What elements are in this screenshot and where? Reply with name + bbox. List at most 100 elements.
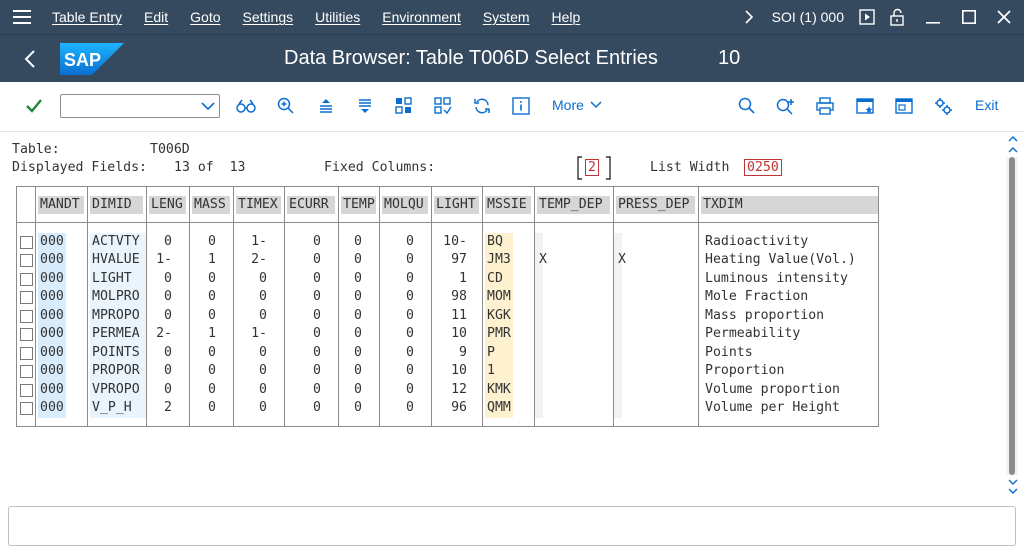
minimize-icon[interactable]: [912, 0, 954, 34]
cell-dimid: HVALUE: [90, 251, 146, 270]
settings-icon[interactable]: [933, 96, 953, 116]
row-select-checkbox[interactable]: [20, 272, 33, 286]
sort-ascending-icon[interactable]: [316, 96, 336, 116]
table-row[interactable]: 000 MPROPO 0 0 0 0 0 0 11 KGK Mass proportion: [17, 306, 878, 325]
scroll-thumb[interactable]: [1009, 157, 1015, 475]
glasses-icon[interactable]: [236, 96, 256, 116]
column-header-ecurr[interactable]: ECURR: [287, 196, 335, 214]
column-header-molqu[interactable]: MOLQU: [382, 196, 428, 214]
row-select-checkbox[interactable]: [20, 383, 33, 397]
column-header-timex[interactable]: TIMEX: [236, 196, 281, 214]
menu-item-system[interactable]: System: [472, 9, 541, 25]
menu-item-utilities[interactable]: Utilities: [304, 9, 371, 25]
menu-item-table-entry[interactable]: Table Entry: [44, 9, 133, 25]
table-row[interactable]: 000 VPROPO 0 0 0 0 0 0 12 KMK Volume proportion: [17, 380, 878, 399]
menu-item-environment[interactable]: Environment: [371, 9, 472, 25]
table-row[interactable]: 000 ACTVTY 0 0 1- 0 0 0 10- BQ Radioactivity: [17, 232, 878, 251]
new-window-icon[interactable]: [855, 96, 875, 116]
check-icon[interactable]: [24, 96, 44, 116]
row-select-checkbox[interactable]: [20, 402, 33, 415]
cell-mass: 0: [208, 400, 216, 415]
column-header-dimid[interactable]: DIMID: [90, 196, 143, 214]
info-icon[interactable]: [511, 96, 531, 116]
play-icon[interactable]: [852, 0, 882, 34]
table-row[interactable]: 000 POINTS 0 0 0 0 0 0 9 P Points: [17, 343, 878, 362]
cell-mass: 0: [208, 289, 216, 304]
sort-descending-icon[interactable]: [355, 96, 375, 116]
refresh-icon[interactable]: [472, 96, 492, 116]
table-label: Table:: [12, 142, 60, 157]
zoom-in-icon[interactable]: [276, 96, 296, 116]
cell-light: 10: [451, 326, 467, 341]
row-select-checkbox[interactable]: [20, 365, 33, 378]
scroll-top-icon[interactable]: [1006, 135, 1020, 145]
back-button[interactable]: [18, 47, 42, 71]
row-select-checkbox[interactable]: [20, 346, 33, 360]
column-header-mandt[interactable]: MANDT: [38, 196, 84, 214]
column-header-temp-dep[interactable]: TEMP_DEP: [537, 196, 610, 214]
maximize-icon[interactable]: [954, 0, 984, 34]
exit-button[interactable]: Exit: [975, 97, 998, 113]
column-header-mssie[interactable]: MSSIE: [485, 196, 531, 214]
column-header-press-dep[interactable]: PRESS_DEP: [616, 196, 695, 214]
cell-timex: 0: [259, 270, 267, 286]
chevron-down-icon[interactable]: [200, 99, 216, 113]
cell-ecurr: 0: [313, 307, 321, 323]
window-icon[interactable]: [894, 96, 914, 116]
cell-ecurr: 0: [313, 270, 321, 286]
list-width-input[interactable]: 0250: [744, 159, 782, 176]
table-row[interactable]: 000 V_P_H 2 0 0 0 0 0 96 QMM Volume per Height: [17, 399, 878, 418]
table-row[interactable]: 000 MOLPRO 0 0 0 0 0 0 98 MOM Mole Fraction: [17, 288, 878, 307]
layout-change-icon[interactable]: [433, 96, 453, 116]
cell-dimid: LIGHT: [90, 269, 146, 288]
cell-temp-dep: [535, 343, 612, 362]
cell-press-dep: [614, 269, 697, 288]
more-button[interactable]: More: [552, 97, 602, 113]
close-icon[interactable]: [984, 0, 1024, 34]
row-select-checkbox[interactable]: [20, 254, 33, 267]
scroll-down-icon[interactable]: [1006, 477, 1020, 487]
table-row[interactable]: 000 HVALUE 1- 1 2- 0 0 0 97 JM3 X X Heating Value(Vo…: [17, 251, 878, 270]
menu-item-goto[interactable]: Goto: [179, 9, 231, 25]
menu-item-settings[interactable]: Settings: [232, 9, 305, 25]
column-header-light[interactable]: LIGHT: [434, 196, 479, 214]
menu-item-edit[interactable]: Edit: [133, 9, 179, 25]
command-field[interactable]: [60, 94, 220, 118]
cell-mass: 0: [208, 270, 216, 286]
table-row[interactable]: 000 LIGHT 0 0 0 0 0 0 1 CD Luminous intensity: [17, 269, 878, 288]
unlock-icon[interactable]: [882, 0, 912, 34]
vertical-scrollbar[interactable]: [1002, 133, 1024, 498]
row-select-checkbox[interactable]: [20, 291, 33, 304]
table-row[interactable]: 000 PERMEA 2- 1 1- 0 0 0 10 PMR Permeability: [17, 325, 878, 344]
column-header-leng[interactable]: LENG: [149, 196, 186, 214]
scroll-up-icon[interactable]: [1006, 145, 1020, 155]
scroll-track[interactable]: [1006, 157, 1018, 475]
cell-temp-dep: [535, 399, 612, 418]
chevron-right-icon[interactable]: [734, 0, 764, 34]
row-select-checkbox[interactable]: [20, 328, 33, 341]
cell-leng: 0: [164, 289, 172, 304]
list-content: Table: T006D Displayed Fields: 13 of 13 …: [0, 133, 1002, 498]
row-select-checkbox[interactable]: [20, 235, 33, 249]
column-header-mass[interactable]: MASS: [192, 196, 230, 214]
row-select-checkbox[interactable]: [20, 309, 33, 323]
fixed-columns-input[interactable]: 2: [585, 159, 599, 176]
cell-timex: 0: [259, 400, 267, 415]
cell-timex: 0: [259, 381, 267, 397]
cell-temp: 0: [354, 363, 362, 378]
hamburger-menu-icon[interactable]: [0, 0, 44, 34]
cell-timex: 0: [259, 307, 267, 323]
cell-press-dep: [614, 343, 697, 362]
scroll-bottom-icon[interactable]: [1006, 487, 1020, 497]
column-header-txdim[interactable]: TXDIM: [701, 196, 878, 214]
cell-leng: 2: [164, 400, 172, 415]
menu-item-help[interactable]: Help: [541, 9, 592, 25]
column-header-temp[interactable]: TEMP: [341, 196, 376, 214]
search-icon[interactable]: [737, 96, 757, 116]
print-icon[interactable]: [815, 96, 835, 116]
layout-select-icon[interactable]: [394, 96, 414, 116]
cell-temp: 0: [354, 307, 362, 323]
table-row[interactable]: 000 PROPOR 0 0 0 0 0 0 10 1 Proportion: [17, 362, 878, 381]
search-next-icon[interactable]: [776, 96, 796, 116]
cell-temp: 0: [354, 326, 362, 341]
